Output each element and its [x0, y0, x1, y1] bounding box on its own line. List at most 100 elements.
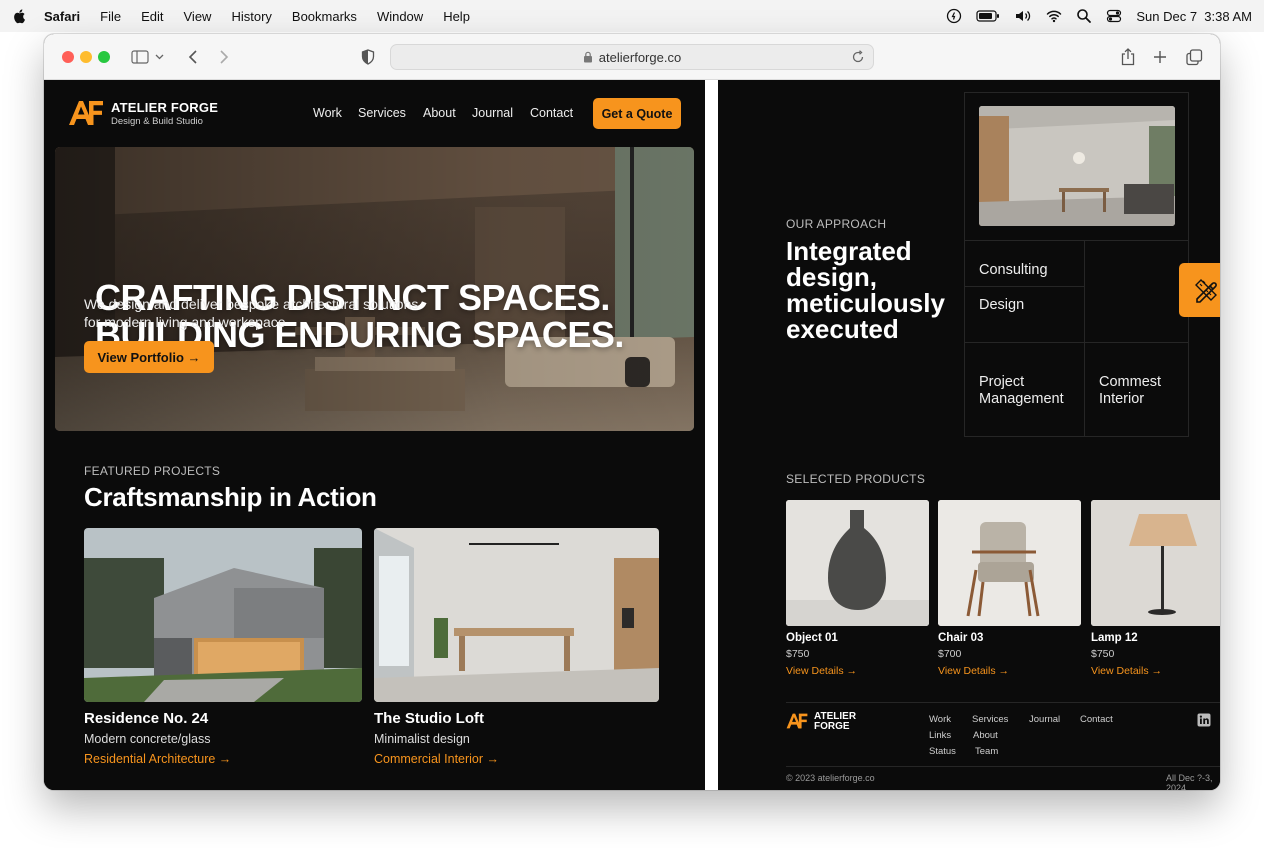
approach-eyebrow: OUR APPROACH: [786, 217, 887, 231]
control-center-icon[interactable]: [1106, 8, 1122, 24]
footer-copyright: © 2023 atelierforge.co: [786, 773, 875, 783]
view-portfolio-button[interactable]: View Portfolio →: [84, 341, 214, 373]
footer-date: All Dec ?-3, 2024: [1166, 773, 1213, 790]
atelier-forge-logo-icon[interactable]: [68, 100, 104, 126]
menu-bar: Safari File Edit View History Bookmarks …: [0, 0, 1264, 32]
menu-file[interactable]: File: [100, 9, 121, 24]
back-arrow-icon[interactable]: [183, 47, 203, 67]
footer-brand[interactable]: ATELIER FORGE: [814, 712, 856, 732]
browser-toolbar: atelierforge.co: [44, 34, 1220, 80]
footer-link-about[interactable]: About: [973, 730, 998, 741]
product-link-lamp-12[interactable]: View Details →: [1091, 665, 1162, 677]
nav-journal[interactable]: Journal: [472, 106, 513, 120]
wifi-icon[interactable]: [1046, 8, 1062, 24]
nav-services[interactable]: Services: [358, 106, 406, 120]
product-link-chair-03[interactable]: View Details →: [938, 665, 1009, 677]
project-subtitle-residence: Modern concrete/glass: [84, 732, 211, 746]
battery-icon[interactable]: [976, 8, 1000, 24]
footer-link-work[interactable]: Work: [929, 714, 951, 725]
page-divider: [705, 80, 718, 790]
menu-history[interactable]: History: [231, 9, 271, 24]
menu-window[interactable]: Window: [377, 9, 423, 24]
grid-line: [964, 240, 1189, 241]
project-image-residence[interactable]: [84, 528, 362, 702]
spotlight-search-icon[interactable]: [1076, 8, 1092, 24]
menu-view[interactable]: View: [184, 9, 212, 24]
project-link-residential-architecture[interactable]: Residential Architecture →: [84, 752, 231, 766]
product-name-lamp-12[interactable]: Lamp 12: [1091, 632, 1138, 644]
privacy-shield-icon[interactable]: [358, 47, 378, 67]
menu-edit[interactable]: Edit: [141, 9, 163, 24]
approach-title: Integrated design, meticulously executed: [786, 236, 945, 344]
brand-tagline: Design & Build Studio: [111, 116, 203, 127]
zoom-window-button[interactable]: [98, 51, 110, 63]
web-content: ATELIER FORGE Design & Build Studio Work…: [44, 80, 1220, 790]
menu-app-name[interactable]: Safari: [44, 9, 80, 24]
volume-icon[interactable]: [1014, 8, 1032, 24]
footer-bottom-divider: [786, 766, 1220, 767]
product-price-chair-03: $700: [938, 648, 962, 660]
service-design[interactable]: Design: [979, 297, 1024, 314]
approach-kitchen-photo: [979, 106, 1175, 226]
brand-name[interactable]: ATELIER FORGE: [111, 100, 218, 115]
footer-link-contact[interactable]: Contact: [1080, 714, 1113, 725]
tab-overview-icon[interactable]: [1184, 47, 1204, 67]
project-title-residence[interactable]: Residence No. 24: [84, 710, 208, 727]
forward-arrow-icon[interactable]: [214, 47, 234, 67]
address-bar[interactable]: atelierforge.co: [390, 44, 874, 70]
grid-line: [964, 286, 1084, 287]
footer-link-services[interactable]: Services: [972, 714, 1008, 725]
browser-window: atelierforge.co ATELIER FORGE Design & B…: [44, 34, 1220, 790]
menu-help[interactable]: Help: [443, 9, 470, 24]
product-price-object-01: $750: [786, 648, 810, 660]
product-link-object-01[interactable]: View Details →: [786, 665, 857, 677]
hero-banner: CRAFTING DISTINCT SPACES. BUILDING ENDUR…: [55, 147, 694, 431]
hero-sub-line-2: for modern living and workspace: [84, 314, 286, 330]
footer-divider: [786, 702, 1220, 703]
hero-sub-line-1: We design and deliver bespoke architectu…: [84, 296, 419, 312]
footer-link-team[interactable]: Team: [975, 746, 998, 757]
nav-about[interactable]: About: [423, 106, 456, 120]
nav-work[interactable]: Work: [313, 106, 342, 120]
menubar-clock[interactable]: Sun Dec 7 3:38 AM: [1136, 9, 1252, 24]
grid-line: [1084, 240, 1085, 437]
design-tools-tile[interactable]: [1179, 263, 1220, 317]
project-title-studio-loft[interactable]: The Studio Loft: [374, 710, 484, 727]
menu-bookmarks[interactable]: Bookmarks: [292, 9, 357, 24]
share-icon[interactable]: [1118, 47, 1138, 67]
footer-logo-icon[interactable]: [786, 713, 808, 729]
footer-link-links[interactable]: Links: [929, 730, 951, 741]
pencil-ruler-icon: [1195, 279, 1217, 303]
get-a-quote-button[interactable]: Get a Quote: [593, 98, 681, 129]
footer-link-status[interactable]: Status: [929, 746, 956, 757]
project-subtitle-studio-loft: Minimalist design: [374, 732, 470, 746]
new-tab-plus-icon[interactable]: [1150, 47, 1170, 67]
project-image-studio-loft[interactable]: [374, 528, 659, 702]
close-window-button[interactable]: [62, 51, 74, 63]
hero-subheadline: We design and deliver bespoke architectu…: [84, 295, 464, 331]
reload-icon[interactable]: [851, 50, 865, 64]
focus-status-icon[interactable]: [946, 8, 962, 24]
product-price-lamp-12: $750: [1091, 648, 1115, 660]
lock-icon: [583, 51, 592, 63]
featured-eyebrow: FEATURED PROJECTS: [84, 464, 221, 478]
service-consulting[interactable]: Consulting: [979, 262, 1048, 279]
product-name-object-01[interactable]: Object 01: [786, 632, 838, 644]
linkedin-icon[interactable]: [1197, 713, 1211, 727]
nav-contact[interactable]: Contact: [530, 106, 573, 120]
chevron-down-icon[interactable]: [153, 47, 165, 67]
service-commest-interior[interactable]: Commest Interior: [1099, 374, 1189, 408]
apple-menu-icon[interactable]: [12, 8, 28, 24]
service-project-management[interactable]: Project Management: [979, 374, 1079, 408]
footer-link-journal[interactable]: Journal: [1029, 714, 1060, 725]
product-image-object-01[interactable]: [786, 500, 929, 626]
product-image-chair-03[interactable]: [938, 500, 1081, 626]
product-name-chair-03[interactable]: Chair 03: [938, 632, 983, 644]
project-link-commercial-interior[interactable]: Commercial Interior →: [374, 752, 499, 766]
product-image-lamp-12[interactable]: [1091, 500, 1220, 626]
address-bar-url: atelierforge.co: [598, 49, 682, 65]
products-eyebrow: SELECTED PRODUCTS: [786, 472, 926, 486]
minimize-window-button[interactable]: [80, 51, 92, 63]
sidebar-toggle-icon[interactable]: [130, 47, 150, 67]
footer-brand-line-2: FORGE: [814, 721, 850, 732]
